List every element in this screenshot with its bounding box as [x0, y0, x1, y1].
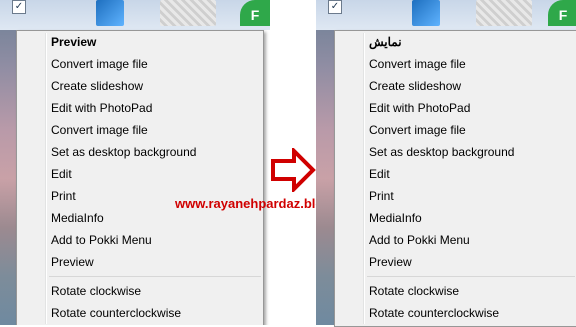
menu-item-add-to-pokki-menu[interactable]: Add to Pokki Menu [335, 229, 576, 251]
menu-item-create-slideshow[interactable]: Create slideshow [17, 75, 263, 97]
file-thumbnail[interactable]: F [240, 0, 270, 26]
thumbnail-strip: ✓ F [0, 0, 270, 30]
menu-item-mediainfo[interactable]: MediaInfo [335, 207, 576, 229]
menu-separator [367, 276, 575, 277]
menu-item-convert-image-file[interactable]: Convert image file [17, 53, 263, 75]
menu-item-set-as-desktop-background[interactable]: Set as desktop background [17, 141, 263, 163]
menu-item-preview-localized[interactable]: نمایش [335, 31, 576, 53]
menu-separator [49, 276, 261, 277]
menu-item-preview[interactable]: Preview [17, 251, 263, 273]
checkbox-checked-icon[interactable]: ✓ [328, 0, 342, 14]
file-thumbnail[interactable] [160, 0, 216, 26]
menu-item-create-slideshow[interactable]: Create slideshow [335, 75, 576, 97]
file-thumbnail[interactable] [412, 0, 440, 26]
menu-item-rotate-counterclockwise[interactable]: Rotate counterclockwise [17, 302, 263, 324]
file-thumbnail[interactable]: F [548, 0, 576, 26]
menu-item-edit[interactable]: Edit [335, 163, 576, 185]
menu-item-edit-with-photopad[interactable]: Edit with PhotoPad [335, 97, 576, 119]
context-menu: Preview Convert image file Create slidesho… [16, 30, 264, 325]
right-arrow-icon [271, 148, 316, 192]
menu-item-set-as-desktop-background[interactable]: Set as desktop background [335, 141, 576, 163]
file-thumbnail[interactable] [96, 0, 124, 26]
menu-item-rotate-clockwise[interactable]: Rotate clockwise [335, 280, 576, 302]
menu-item-rotate-counterclockwise[interactable]: Rotate counterclockwise [335, 302, 576, 324]
left-screenshot: ✓ F Preview Convert image file Create slid… [0, 0, 270, 325]
thumbnail-strip: ✓ F [316, 0, 576, 30]
menu-item-rotate-clockwise[interactable]: Rotate clockwise [17, 280, 263, 302]
menu-item-convert-image-file[interactable]: Convert image file [335, 53, 576, 75]
menu-item-edit[interactable]: Edit [17, 163, 263, 185]
menu-item-print[interactable]: Print [335, 185, 576, 207]
menu-item-edit-with-photopad[interactable]: Edit with PhotoPad [17, 97, 263, 119]
context-menu-translated: نمایش Convert image file Create slideshow E… [334, 30, 576, 327]
menu-item-convert-image-file[interactable]: Convert image file [335, 119, 576, 141]
menu-item-preview[interactable]: Preview [17, 31, 263, 53]
menu-item-preview[interactable]: Preview [335, 251, 576, 273]
checkbox-checked-icon[interactable]: ✓ [12, 0, 26, 14]
menu-item-convert-image-file[interactable]: Convert image file [17, 119, 263, 141]
menu-item-add-to-pokki-menu[interactable]: Add to Pokki Menu [17, 229, 263, 251]
file-thumbnail[interactable] [476, 0, 532, 26]
